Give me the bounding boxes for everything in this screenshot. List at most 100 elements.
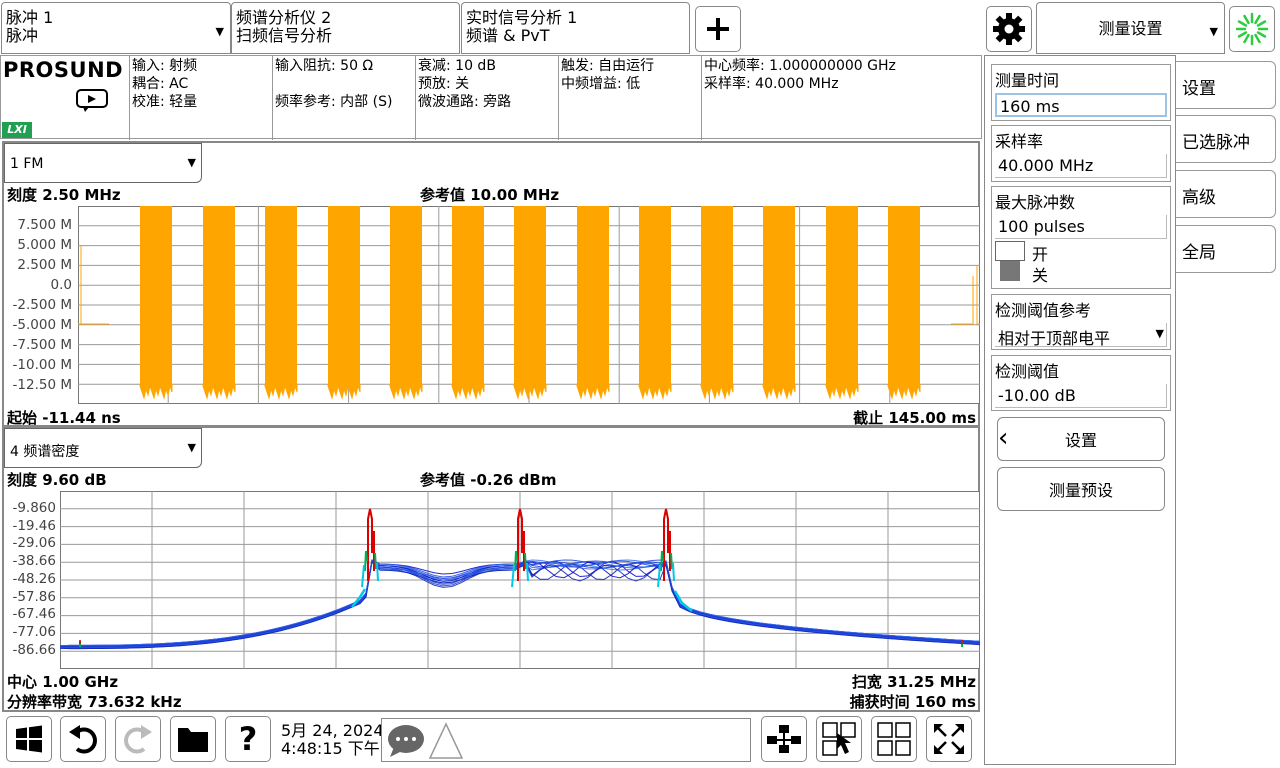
side-tab-global[interactable]: 全局 <box>1176 225 1276 273</box>
side-tab-selected-pulse[interactable]: 已选脉冲 <box>1176 115 1276 163</box>
tab-pulse-subtitle: 脉冲 <box>6 26 39 45</box>
undo-button[interactable] <box>60 716 106 762</box>
fm-trace-panel[interactable]: 1 FM ▼ 刻度 2.50 MHz 参考值 10.00 MHz 起始 -11.… <box>2 141 980 427</box>
side-tab-settings[interactable]: 设置 <box>1176 61 1276 109</box>
fm-pulse-burst <box>888 206 920 384</box>
spinner-spoke <box>1256 31 1267 38</box>
info-sample-rate: 采样率: 40.000 MHz <box>704 76 839 92</box>
start-button[interactable] <box>6 716 52 762</box>
meas-time-input[interactable]: 160 ms <box>995 93 1167 117</box>
spectrum-density-panel[interactable]: 4 频谱密度 ▼ 刻度 9.60 dB 参考值 -0.26 dBm 中心 1.0… <box>2 426 980 712</box>
message-icon <box>388 725 424 757</box>
side-tab-label: 高级 <box>1182 188 1216 208</box>
y-tick-label: -5.000 M <box>12 317 72 333</box>
fullscreen-button[interactable] <box>926 716 972 762</box>
fm-pulse-burst <box>452 206 484 384</box>
y-tick-label: -19.46 <box>12 517 56 534</box>
side-tab-label: 设置 <box>1182 79 1216 99</box>
settings-button[interactable] <box>986 6 1032 52</box>
y-tick-label: 0.0 <box>50 277 72 293</box>
fm-pulse-burst <box>577 206 609 384</box>
y-tick-label: -29.06 <box>12 535 56 552</box>
spinner-spoke <box>1243 33 1250 44</box>
y-tick-label: -57.86 <box>12 588 56 605</box>
thresh-ref-select[interactable]: 相对于顶部电平 ▼ <box>995 323 1167 348</box>
info-col-input: 输入: 射频 耦合: AC 校准: 轻量 <box>129 56 272 140</box>
busy-indicator <box>1229 6 1275 52</box>
thresh-label: 检测阈值 <box>995 362 1060 381</box>
meas-preset-button[interactable]: 测量预设 <box>997 467 1165 511</box>
thresh-ref-group: 检测阈值参考 相对于顶部电平 ▼ <box>991 294 1171 350</box>
grid-layout-button[interactable] <box>871 716 917 762</box>
redo-icon <box>124 725 152 754</box>
fm-pulse-burst <box>265 206 297 384</box>
back-settings-button[interactable]: ‹ 设置 <box>997 417 1165 461</box>
spinner-spoke <box>1254 33 1261 44</box>
y-tick-label: 7.500 M <box>17 217 72 233</box>
chevron-left-icon: ‹ <box>998 423 1009 453</box>
start-label: 起始 -11.44 ns <box>7 409 121 427</box>
info-freq-ref: 频率参考: 内部 (S) <box>275 94 393 110</box>
redo-button[interactable] <box>115 716 161 762</box>
info-attenuation: 衰减: 10 dB <box>418 58 496 74</box>
meas-time-label: 测量时间 <box>995 71 1060 90</box>
info-preamp: 预放: 关 <box>418 76 470 92</box>
tab-spectrum-analyzer[interactable]: 频谱分析仪 2 扫频信号分析 <box>231 2 460 54</box>
trace-select-fm[interactable]: 1 FM ▼ <box>4 143 202 183</box>
windows-icon <box>16 725 42 753</box>
reference-label: 参考值 10.00 MHz <box>420 186 560 204</box>
y-tick-label: -38.66 <box>12 553 56 570</box>
side-tab-advanced[interactable]: 高级 <box>1176 170 1276 218</box>
chevron-down-icon: ▼ <box>1155 327 1164 340</box>
max-pulses-input[interactable]: 100 pulses <box>995 215 1167 239</box>
sample-rate-label: 采样率 <box>995 132 1044 151</box>
spinner-spoke <box>1256 20 1267 27</box>
help-icon: ? <box>238 720 258 758</box>
scale-label: 刻度 2.50 MHz <box>7 186 121 204</box>
meas-preset-label: 测量预设 <box>1048 481 1113 500</box>
replay-icon[interactable] <box>75 88 111 114</box>
menu-select-label: 测量设置 <box>1098 19 1163 38</box>
fm-trace-plot[interactable] <box>78 206 980 404</box>
y-tick-label: -12.50 M <box>12 377 72 393</box>
thresh-ref-label: 检测阈值参考 <box>995 301 1092 320</box>
warning-icon <box>428 722 464 759</box>
spectrum-density-plot[interactable] <box>60 491 980 669</box>
info-mw-path: 微波通路: 旁路 <box>418 94 512 110</box>
tab-pulse[interactable]: 脉冲 1 脉冲 ▼ <box>1 2 231 54</box>
settings-panel: 测量时间 160 ms 采样率 40.000 MHz 最大脉冲数 100 pul… <box>984 55 1176 765</box>
sample-rate-input[interactable]: 40.000 MHz <box>995 154 1167 178</box>
trace-select-density[interactable]: 4 频谱密度 ▼ <box>4 428 202 468</box>
undo-icon <box>69 725 97 754</box>
max-pulses-toggle[interactable] <box>995 241 1025 281</box>
help-button[interactable]: ? <box>225 716 271 762</box>
y-tick-label: -77.06 <box>12 623 56 640</box>
spinner-spoke <box>1243 14 1250 25</box>
fm-pulse-burst <box>390 206 422 384</box>
add-tab-button[interactable] <box>695 6 741 52</box>
dropdown-arrow-icon[interactable]: ▼ <box>216 23 224 41</box>
toggle-off-label: 关 <box>1032 266 1049 285</box>
menu-select[interactable]: 测量设置 ▼ <box>1036 2 1225 54</box>
file-button[interactable] <box>170 716 216 762</box>
tab-rt-subtitle: 频谱 & PvT <box>466 26 550 45</box>
message-bar[interactable] <box>381 718 751 762</box>
thresh-input[interactable]: -10.00 dB <box>995 384 1167 408</box>
tab-realtime[interactable]: 实时信号分析 1 频谱 & PvT <box>461 2 690 54</box>
scale-label: 刻度 9.60 dB <box>7 471 107 489</box>
y-tick-label: 2.500 M <box>17 257 72 273</box>
status-info-bar: PROSUND LXI 输入: 射频 耦合: AC 校准: 轻量 输入阻抗: 5… <box>0 55 982 140</box>
clock: 5月 24, 2024 4:48:15 下午 <box>281 722 384 758</box>
info-calibration: 校准: 轻量 <box>132 94 198 110</box>
chevron-down-icon: ▼ <box>187 441 196 454</box>
stop-label: 截止 145.00 ms <box>853 409 976 427</box>
info-if-gain: 中频增益: 低 <box>561 76 641 92</box>
info-col-atten: 衰减: 10 dB 预放: 关 微波通路: 旁路 <box>415 56 558 140</box>
rbw-label: 分辨率带宽 73.632 kHz <box>7 693 182 711</box>
trace-select-label: 1 FM <box>10 156 44 172</box>
gear-icon <box>993 13 1025 45</box>
info-col-center: 中心频率: 1.000000000 GHz 采样率: 40.000 MHz <box>701 56 981 140</box>
layout-tree-button[interactable] <box>761 716 807 762</box>
thresh-group: 检测阈值 -10.00 dB <box>991 355 1171 411</box>
touch-select-button[interactable] <box>816 716 862 762</box>
